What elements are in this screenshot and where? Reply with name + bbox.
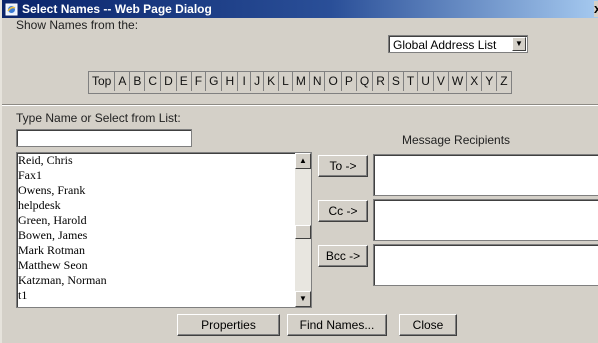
alpha-button-d[interactable]: D xyxy=(161,72,177,91)
alpha-button-b[interactable]: B xyxy=(130,72,146,91)
name-list-item[interactable]: Reid, Chris xyxy=(17,153,311,168)
name-list-item[interactable]: Fax1 xyxy=(17,168,311,183)
cc-recipients-field[interactable] xyxy=(373,199,598,241)
alpha-button-p[interactable]: P xyxy=(342,72,357,91)
ie-page-icon xyxy=(5,3,18,16)
scroll-down-icon[interactable]: ▼ xyxy=(295,291,311,307)
name-items: Reid, Chris Fax1 Owens, Frank helpdesk Green… xyxy=(17,153,311,303)
dialog-title: Select Names -- Web Page Dialog xyxy=(22,2,212,16)
alpha-button-l[interactable]: L xyxy=(279,72,293,91)
name-list-item[interactable]: Matthew Seon xyxy=(17,258,311,273)
address-list-select[interactable]: Global Address List ▼ xyxy=(388,35,528,53)
close-button[interactable]: Close xyxy=(399,314,457,336)
alpha-button-a[interactable]: A xyxy=(115,72,131,91)
alpha-button-f[interactable]: F xyxy=(192,72,207,91)
bcc-button[interactable]: Bcc -> xyxy=(318,245,368,267)
name-list-item[interactable]: t1 xyxy=(17,288,311,303)
properties-button[interactable]: Properties xyxy=(177,314,280,336)
alpha-button-top[interactable]: Top xyxy=(89,72,116,91)
alpha-button-u[interactable]: U xyxy=(418,72,434,91)
alpha-button-g[interactable]: G xyxy=(206,72,223,91)
find-names-button[interactable]: Find Names... xyxy=(287,314,387,336)
alphabet-bar: Top A B C D E F G H I J K L M N O P Q R S T U V W X Y Z xyxy=(88,71,512,94)
title-bar[interactable]: Select Names -- Web Page Dialog x xyxy=(2,0,598,18)
name-list-item[interactable]: Katzman, Norman xyxy=(17,273,311,288)
divider xyxy=(2,104,598,106)
scroll-up-icon[interactable]: ▲ xyxy=(295,153,311,169)
dropdown-arrow-icon[interactable]: ▼ xyxy=(512,37,526,51)
type-name-input[interactable] xyxy=(16,129,192,147)
cc-button[interactable]: Cc -> xyxy=(318,200,368,222)
alpha-button-r[interactable]: R xyxy=(373,72,389,91)
alpha-button-w[interactable]: W xyxy=(449,72,468,91)
alpha-button-t[interactable]: T xyxy=(404,72,419,91)
bcc-recipients-field[interactable] xyxy=(373,244,598,286)
alpha-button-h[interactable]: H xyxy=(222,72,239,91)
alpha-button-j[interactable]: J xyxy=(251,72,265,91)
name-list-scrollbar[interactable]: ▲ ▼ xyxy=(295,153,311,307)
alpha-button-m[interactable]: M xyxy=(293,72,310,91)
name-list-item[interactable]: Green, Harold xyxy=(17,213,311,228)
scroll-thumb[interactable] xyxy=(295,225,311,239)
name-list-item[interactable]: Owens, Frank xyxy=(17,183,311,198)
name-list[interactable]: Reid, Chris Fax1 Owens, Frank helpdesk Green… xyxy=(16,152,312,308)
show-names-label: Show Names from the: xyxy=(16,18,139,32)
alpha-button-s[interactable]: S xyxy=(389,72,404,91)
alpha-button-x[interactable]: X xyxy=(467,72,483,91)
alpha-button-c[interactable]: C xyxy=(145,72,162,91)
alpha-button-i[interactable]: I xyxy=(238,72,252,91)
message-recipients-label: Message Recipients xyxy=(402,133,511,147)
close-icon[interactable]: x xyxy=(594,1,598,17)
alpha-button-k[interactable]: K xyxy=(264,72,280,91)
to-button[interactable]: To -> xyxy=(318,155,368,177)
alpha-button-y[interactable]: Y xyxy=(482,72,498,91)
name-list-item[interactable]: helpdesk xyxy=(17,198,311,213)
select-names-dialog: Select Names -- Web Page Dialog x Show N… xyxy=(0,0,598,343)
alpha-button-z[interactable]: Z xyxy=(497,72,510,91)
alpha-button-v[interactable]: V xyxy=(434,72,449,91)
to-recipients-field[interactable] xyxy=(373,154,598,196)
alpha-button-o[interactable]: O xyxy=(325,72,342,91)
name-list-item[interactable]: Bowen, James xyxy=(17,228,311,243)
alpha-button-n[interactable]: N xyxy=(310,72,326,91)
name-list-item[interactable]: Mark Rotman xyxy=(17,243,311,258)
type-name-label: Type Name or Select from List: xyxy=(16,111,181,125)
alpha-button-e[interactable]: E xyxy=(177,72,192,91)
alpha-button-q[interactable]: Q xyxy=(357,72,374,91)
address-list-value: Global Address List xyxy=(393,38,497,52)
